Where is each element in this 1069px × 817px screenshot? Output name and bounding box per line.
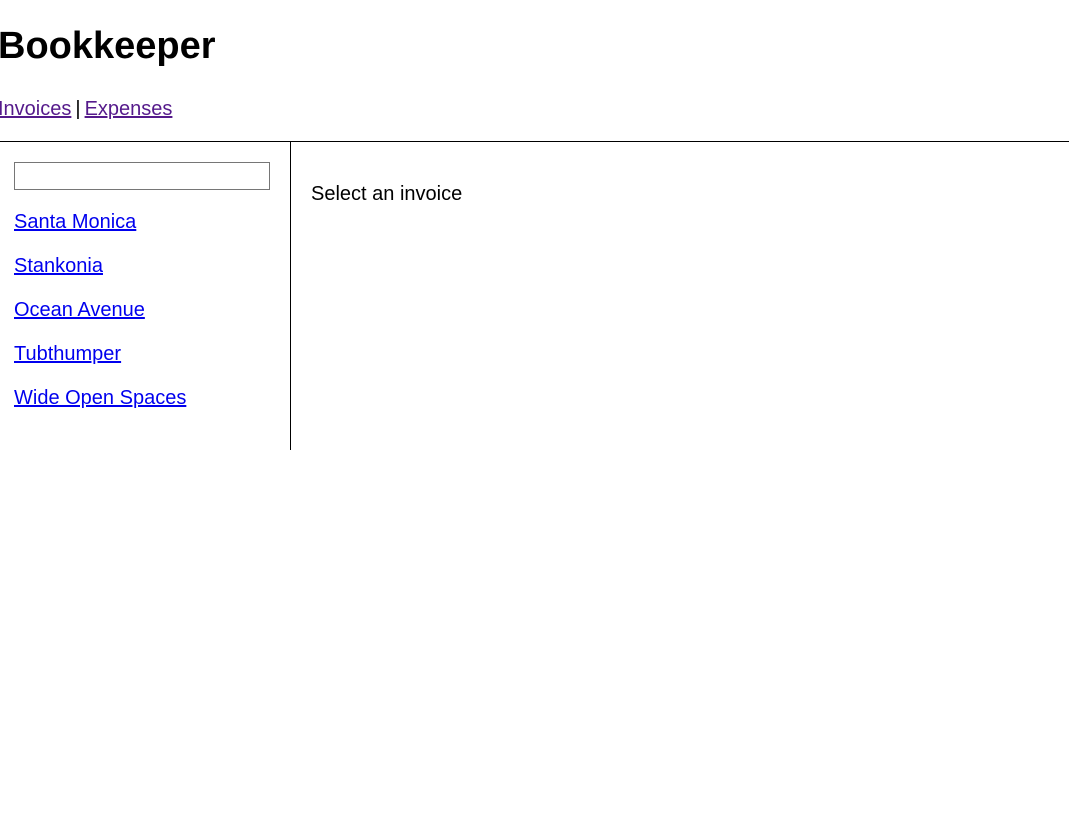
search-input[interactable]: [14, 162, 270, 190]
nav-link-invoices[interactable]: Invoices: [0, 98, 71, 120]
list-item: Tubthumper: [14, 341, 186, 385]
list-item: Santa Monica: [14, 209, 186, 253]
main-content: Select an invoice: [311, 181, 462, 207]
empty-state-message: Select an invoice: [311, 183, 463, 205]
list-item: Wide Open Spaces: [14, 385, 186, 429]
invoice-sidebar: Santa Monica Stankonia Ocean Avenue Tubt…: [0, 142, 291, 450]
invoice-link-wide-open-spaces[interactable]: Wide Open Spaces: [14, 387, 186, 409]
invoice-link-ocean-avenue[interactable]: Ocean Avenue: [14, 299, 145, 321]
list-item: Stankonia: [14, 253, 186, 297]
app-title: Bookkeeper: [0, 25, 216, 67]
top-nav: Invoices | Expenses: [0, 96, 172, 122]
nav-separator: |: [75, 98, 81, 120]
invoice-link-stankonia[interactable]: Stankonia: [14, 255, 103, 277]
invoice-list: Santa Monica Stankonia Ocean Avenue Tubt…: [14, 209, 186, 429]
list-item: Ocean Avenue: [14, 297, 186, 341]
invoice-link-santa-monica[interactable]: Santa Monica: [14, 211, 136, 233]
nav-link-expenses[interactable]: Expenses: [85, 98, 173, 120]
invoice-link-tubthumper[interactable]: Tubthumper: [14, 343, 121, 365]
